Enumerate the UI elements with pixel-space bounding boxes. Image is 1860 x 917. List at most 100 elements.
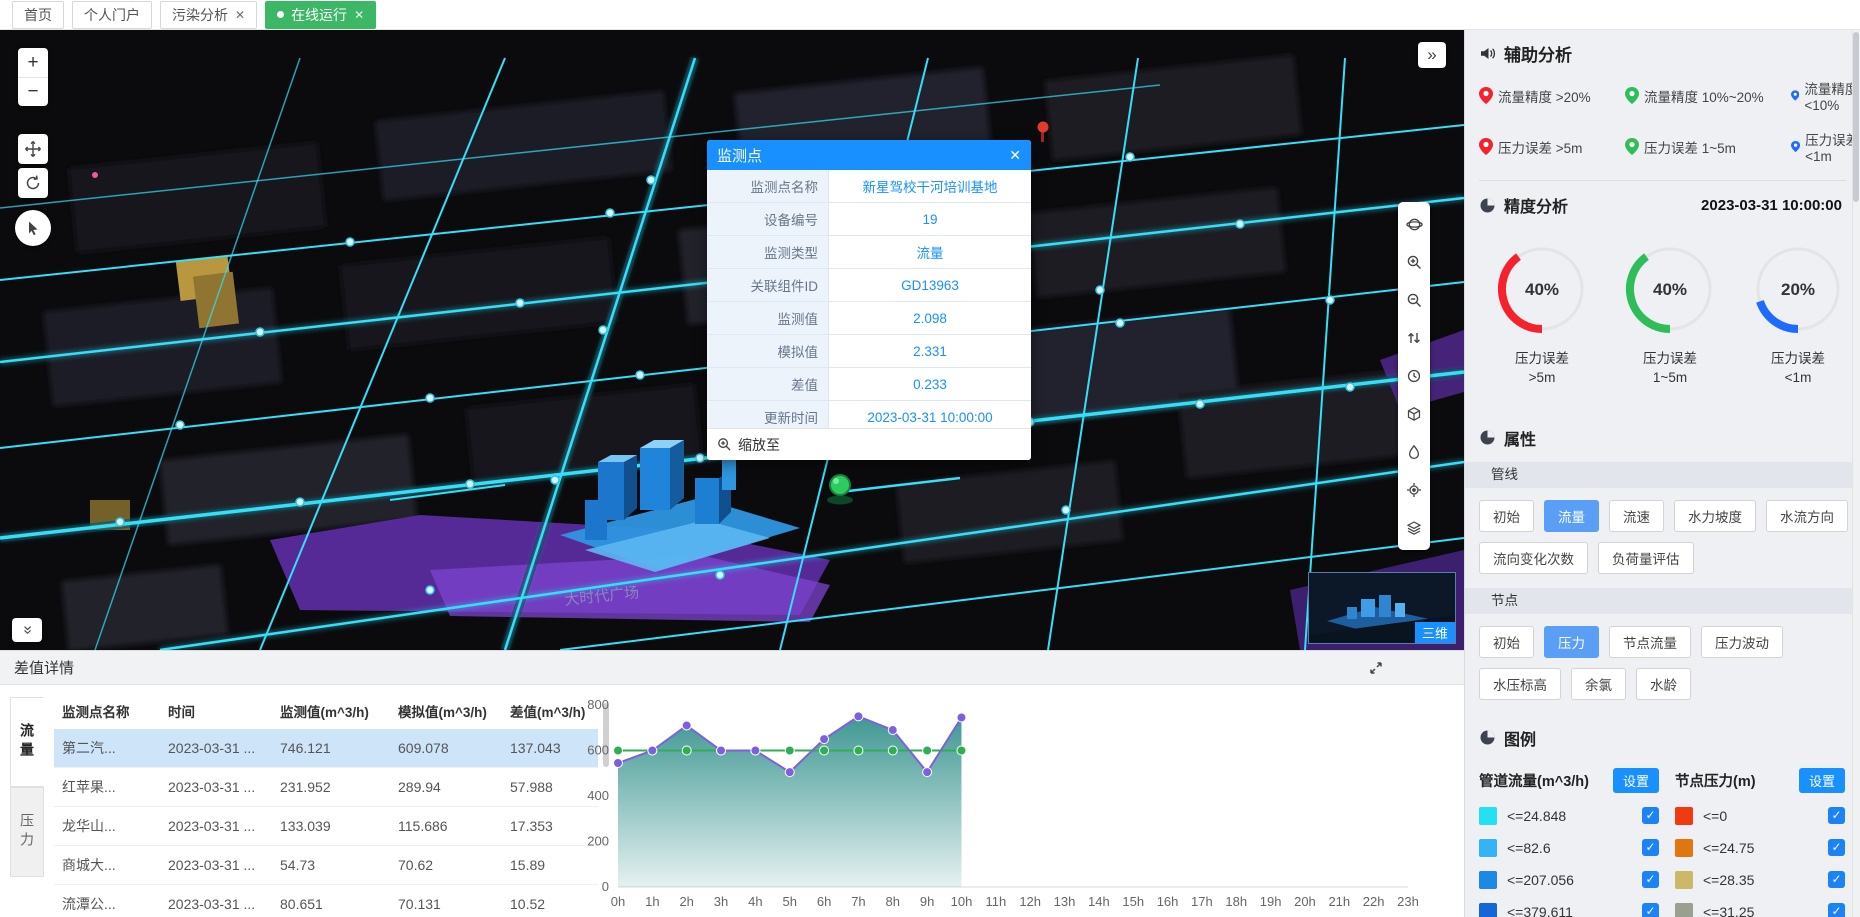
popup-fields: 监测点名称新星驾校干河培训基地设备编号19监测类型流量关联组件IDGD13963…	[707, 170, 1031, 428]
gauge-label: 压力误差1~5m	[1617, 350, 1723, 388]
legend-checkbox[interactable]	[1828, 839, 1845, 856]
property-button[interactable]: 流速	[1609, 500, 1664, 532]
cube-icon[interactable]	[1398, 395, 1430, 433]
property-button[interactable]: 水压标高	[1479, 668, 1561, 700]
table-row[interactable]: 流潭公...2023-03-31 ...80.65170.13110.52	[54, 885, 598, 917]
bottom-panel-collapse-button[interactable]: »	[12, 618, 42, 642]
property-button[interactable]: 节点流量	[1609, 626, 1691, 658]
sidebar-scrollbar[interactable]	[1852, 30, 1860, 917]
gauge-label: 压力误差>5m	[1489, 350, 1595, 388]
legend-checkbox[interactable]	[1828, 807, 1845, 824]
table-row[interactable]: 第二汽...2023-03-31 ...746.121609.078137.04…	[54, 729, 598, 768]
chevron-right-icon: »	[1427, 45, 1436, 65]
close-icon[interactable]: ✕	[1009, 147, 1021, 164]
property-button[interactable]: 压力	[1544, 626, 1599, 658]
select-tool-button[interactable]	[15, 210, 51, 246]
metric-tab[interactable]: 压力	[10, 787, 44, 877]
accuracy-timestamp: 2023-03-31 10:00:00	[1701, 197, 1842, 214]
nav-tab[interactable]: 污染分析✕	[160, 1, 257, 29]
earth-icon[interactable]	[1398, 205, 1430, 243]
color-swatch	[1675, 839, 1693, 857]
nav-tab[interactable]: 在线运行✕	[265, 1, 376, 29]
legend-item-label: <=24.75	[1703, 840, 1754, 856]
property-button[interactable]: 水龄	[1636, 668, 1691, 700]
sidebar-collapse-button[interactable]: »	[1418, 42, 1446, 68]
popup-row: 设备编号19	[707, 203, 1031, 236]
field-value: 2.331	[829, 335, 1031, 367]
table-cell: 商城大...	[54, 846, 160, 885]
swap-vertical-icon[interactable]	[1398, 319, 1430, 357]
map-viewport[interactable]: 大时代广场 + −	[0, 30, 1464, 650]
zoom-to-icon	[717, 437, 732, 452]
rotate-icon	[24, 174, 42, 192]
zoom-in-icon[interactable]	[1398, 243, 1430, 281]
svg-text:12h: 12h	[1019, 894, 1041, 909]
field-value: 19	[829, 203, 1031, 235]
table-cell: 289.94	[390, 768, 502, 807]
property-button[interactable]: 水力坡度	[1674, 500, 1756, 532]
property-button[interactable]: 流向变化次数	[1479, 542, 1588, 574]
legend-pin: 流量精度 >20%	[1479, 78, 1625, 113]
map-pin-icon	[1791, 87, 1799, 104]
metric-tab[interactable]: 流量	[10, 697, 44, 787]
property-button[interactable]: 水流方向	[1766, 500, 1848, 532]
accuracy-gauge: 40%压力误差1~5m	[1617, 237, 1723, 388]
legend-checkbox[interactable]	[1828, 871, 1845, 888]
legend-checkbox[interactable]	[1828, 903, 1845, 917]
zoom-out-button[interactable]: −	[18, 77, 48, 106]
svg-text:800: 800	[587, 697, 609, 712]
svg-text:6h: 6h	[817, 894, 831, 909]
close-icon[interactable]: ✕	[354, 8, 364, 22]
field-value: 2.098	[829, 302, 1031, 334]
active-dot-icon	[277, 11, 284, 18]
monitoring-point-marker[interactable]	[827, 475, 853, 505]
droplet-icon[interactable]	[1398, 433, 1430, 471]
layers-icon[interactable]	[1398, 509, 1430, 547]
property-button[interactable]: 负荷量评估	[1598, 542, 1694, 574]
legend-checkbox[interactable]	[1642, 903, 1659, 917]
legend-checkbox[interactable]	[1642, 871, 1659, 888]
locate-icon[interactable]	[1398, 471, 1430, 509]
nav-tab[interactable]: 首页	[12, 1, 64, 29]
history-icon[interactable]	[1398, 357, 1430, 395]
minimap[interactable]: 三维	[1308, 572, 1456, 644]
table-cell: 第二汽...	[54, 729, 160, 768]
zoom-out-icon[interactable]	[1398, 281, 1430, 319]
svg-text:1h: 1h	[645, 894, 659, 909]
property-button[interactable]: 流量	[1544, 500, 1599, 532]
zoom-in-button[interactable]: +	[18, 48, 48, 77]
close-icon[interactable]: ✕	[235, 8, 245, 22]
property-button[interactable]: 初始	[1479, 626, 1534, 658]
settings-button[interactable]: 设置	[1799, 768, 1845, 793]
nav-tab[interactable]: 个人门户	[72, 1, 152, 29]
sidebar-title: 辅助分析	[1504, 41, 1572, 66]
pan-tool-button[interactable]	[18, 134, 48, 164]
table-cell: 70.131	[390, 885, 502, 917]
rotate-tool-button[interactable]	[18, 168, 48, 198]
table-row[interactable]: 红苹果...2023-03-31 ...231.952289.9457.988	[54, 768, 598, 807]
table-cell: 2023-03-31 ...	[160, 768, 272, 807]
color-swatch	[1675, 903, 1693, 917]
table-row[interactable]: 龙华山...2023-03-31 ...133.039115.68617.353	[54, 807, 598, 846]
legend-title: 图例	[1504, 726, 1536, 750]
legend-column-title: 管道流量(m^3/h)	[1479, 770, 1589, 791]
view-mode-badge[interactable]: 三维	[1415, 622, 1455, 643]
line-chart: 02004006008000h1h2h3h4h5h6h7h8h9h10h11h1…	[572, 689, 1432, 917]
field-value[interactable]: 新星驾校干河培训基地	[829, 170, 1031, 202]
legend-checkbox[interactable]	[1642, 807, 1659, 824]
map-pin-icon	[1791, 138, 1800, 155]
settings-button[interactable]: 设置	[1613, 768, 1659, 793]
table-row[interactable]: 商城大...2023-03-31 ...54.7370.6215.89	[54, 846, 598, 885]
legend-column-title: 节点压力(m)	[1675, 770, 1756, 791]
property-button[interactable]: 压力波动	[1701, 626, 1783, 658]
properties-header: 属性	[1479, 414, 1860, 462]
fullscreen-button[interactable]	[1368, 660, 1384, 676]
accuracy-gauge: 20%压力误差<1m	[1745, 237, 1851, 388]
svg-text:0: 0	[602, 879, 609, 894]
legend-item: <=24.848	[1479, 800, 1675, 832]
property-button[interactable]: 初始	[1479, 500, 1534, 532]
legend-item-label: <=207.056	[1507, 872, 1574, 888]
legend-checkbox[interactable]	[1642, 839, 1659, 856]
zoom-to-action[interactable]: 缩放至	[707, 428, 1031, 460]
property-button[interactable]: 余氯	[1571, 668, 1626, 700]
